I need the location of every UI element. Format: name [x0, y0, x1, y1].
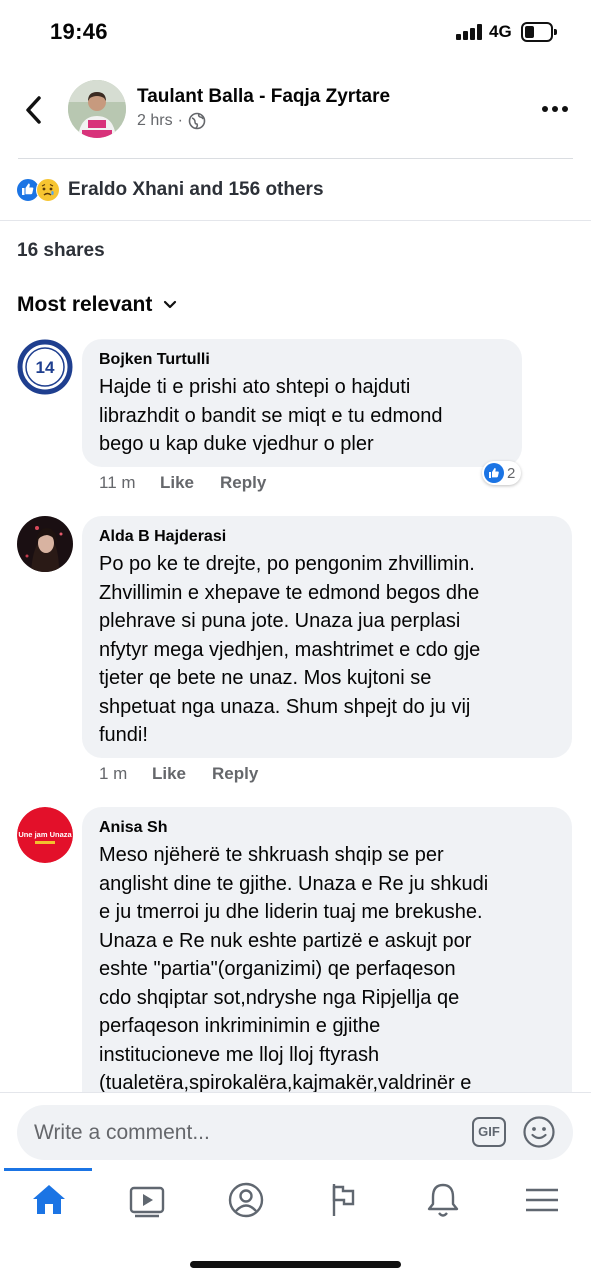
smiley-icon — [523, 1116, 555, 1148]
tab-menu[interactable] — [520, 1180, 564, 1220]
chevron-down-icon — [164, 300, 177, 309]
comment-bubble[interactable]: Bojken Turtulli Hajde ti e prishi ato sh… — [82, 339, 522, 467]
comment-bubble[interactable]: Anisa Sh Meso njëherë te shkruash shqip … — [82, 807, 572, 1127]
comment-like-button[interactable]: Like — [152, 764, 212, 784]
shares-count[interactable]: 16 shares — [17, 240, 105, 262]
comment-input[interactable]: Write a comment... GIF — [17, 1105, 573, 1160]
comment-text: Po po ke te drejte, po pengonim zhvillim… — [99, 553, 481, 746]
gif-button[interactable]: GIF — [472, 1117, 506, 1147]
comment-composer-bar: Write a comment... GIF — [0, 1092, 591, 1172]
comment-actions: 1 m Like Reply — [99, 764, 258, 784]
comment-like-button[interactable]: Like — [160, 473, 220, 493]
globe-icon — [188, 112, 206, 130]
comment-reply-button[interactable]: Reply — [220, 473, 266, 493]
comment-input-placeholder: Write a comment... — [34, 1121, 210, 1144]
commenter-avatar[interactable] — [17, 516, 73, 572]
page-avatar-image — [68, 80, 126, 138]
comment-reaction-badge[interactable]: 2 — [482, 461, 522, 485]
network-type: 4G — [489, 22, 512, 41]
bell-icon — [427, 1183, 459, 1217]
battery-icon — [521, 22, 557, 42]
avatar-badge-text: 14 — [36, 358, 55, 377]
comment-reply-button[interactable]: Reply — [212, 764, 258, 784]
divider — [18, 158, 573, 159]
tab-pages[interactable] — [322, 1180, 366, 1220]
comment-author[interactable]: Bojken Turtulli — [99, 351, 505, 369]
cellular-signal-icon — [456, 24, 484, 40]
more-options-button[interactable] — [540, 102, 572, 116]
home-indicator — [190, 1261, 401, 1268]
post-time[interactable]: 2 hrs — [137, 112, 173, 130]
reaction-count: 2 — [507, 464, 516, 482]
emoji-button[interactable] — [522, 1115, 556, 1149]
reactions-text: Eraldo Xhani and 156 others — [68, 179, 324, 200]
comment-time: 1 m — [99, 764, 128, 783]
tab-home[interactable] — [27, 1180, 71, 1220]
page-name[interactable]: Taulant Balla - Faqja Zyrtare — [137, 86, 390, 108]
profile-icon — [228, 1182, 264, 1218]
page-avatar[interactable] — [68, 80, 126, 138]
flag-icon — [332, 1184, 355, 1216]
comment-bubble[interactable]: Alda B Hajderasi Po po ke te drejte, po … — [82, 516, 572, 758]
comment-author[interactable]: Alda B Hajderasi — [99, 528, 555, 546]
commenter-avatar[interactable]: 14 — [17, 339, 73, 395]
commenter-avatar[interactable]: Une jam Unaza — [17, 807, 73, 863]
status-time: 19:46 — [50, 19, 108, 44]
tab-profile[interactable] — [224, 1180, 268, 1220]
comment-sort-dropdown[interactable]: Most relevant — [17, 293, 178, 317]
video-play-icon — [129, 1186, 165, 1218]
comment-author[interactable]: Anisa Sh — [99, 819, 555, 837]
reactions-summary[interactable]: Eraldo Xhani and 156 others — [16, 176, 324, 204]
avatar-badge-text: Une jam Unaza — [18, 830, 72, 839]
like-reaction-icon — [484, 463, 504, 483]
comment-time: 11 m — [99, 473, 136, 492]
hamburger-menu-icon — [526, 1188, 558, 1212]
home-icon — [33, 1185, 65, 1214]
post-meta: 2 hrs · — [137, 112, 206, 130]
status-bar: 19:46 4G — [0, 0, 591, 62]
comment-text: Meso njëherë te shkruash shqip se per an… — [99, 844, 489, 1094]
tab-notifications[interactable] — [421, 1180, 465, 1220]
divider — [0, 220, 591, 221]
comment-text: Hajde ti e prishi ato shtepi o hajduti l… — [99, 376, 443, 455]
chevron-left-icon — [26, 96, 41, 124]
sort-label: Most relevant — [17, 293, 153, 316]
tab-watch[interactable] — [125, 1180, 169, 1220]
bottom-tab-bar — [0, 1168, 591, 1236]
comment-actions: 11 m Like Reply — [99, 473, 266, 493]
post-header: Taulant Balla - Faqja Zyrtare 2 hrs · — [0, 66, 591, 156]
active-tab-indicator — [4, 1168, 92, 1171]
sad-reaction-icon — [36, 178, 60, 202]
back-button[interactable] — [18, 90, 50, 130]
